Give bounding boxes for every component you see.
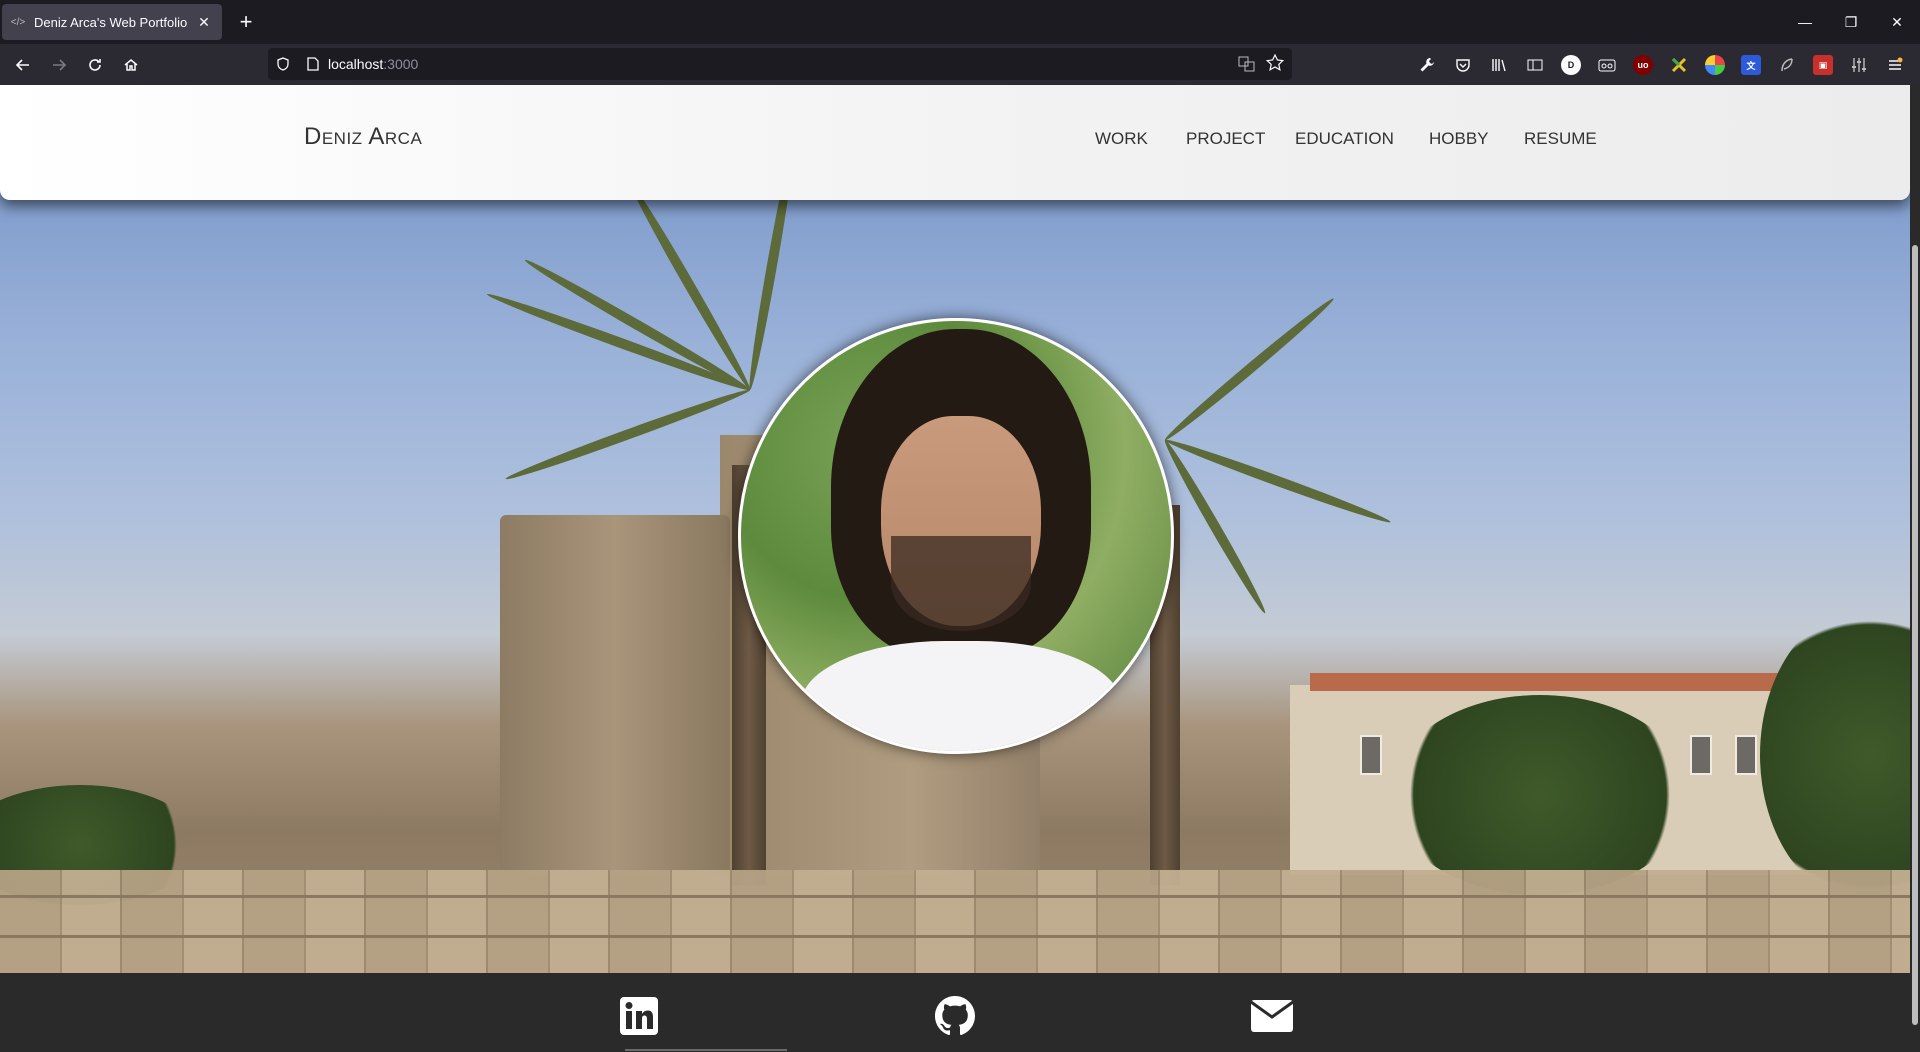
shield-icon[interactable]	[268, 57, 298, 71]
palm-frond	[503, 385, 752, 484]
shirt-shape	[801, 641, 1121, 751]
d-extension-icon[interactable]: D	[1561, 55, 1581, 75]
tree-foliage	[1390, 695, 1690, 895]
new-tab-button[interactable]: +	[234, 10, 258, 34]
url-host: localhost	[328, 56, 384, 72]
site-footer	[0, 973, 1910, 1052]
close-window-icon[interactable]: ✕	[1874, 0, 1920, 44]
wrench-icon[interactable]	[1417, 55, 1437, 75]
bookmark-star-icon[interactable]	[1265, 53, 1285, 75]
feather-icon[interactable]	[1777, 55, 1797, 75]
nav-link-project[interactable]: PROJECT	[1186, 129, 1265, 149]
home-icon[interactable]	[116, 50, 146, 80]
reload-icon[interactable]	[80, 50, 110, 80]
browser-toolbar: localhost:3000 D uo 文 ▣	[0, 44, 1920, 85]
sidebar-icon[interactable]	[1525, 55, 1545, 75]
back-arrow-icon[interactable]	[8, 50, 38, 80]
browser-tab[interactable]: </> Deniz Arca's Web Portfolio ✕	[2, 4, 222, 40]
nav-link-resume[interactable]: RESUME	[1524, 129, 1597, 149]
cross-tool-icon[interactable]	[1669, 55, 1689, 75]
window-decoration	[1735, 735, 1757, 775]
palm-frond	[1161, 294, 1337, 444]
palm-frond	[485, 289, 752, 395]
nav-link-education[interactable]: EDUCATION	[1295, 129, 1394, 149]
forward-arrow-icon[interactable]	[44, 50, 74, 80]
nav-link-work[interactable]: WORK	[1095, 129, 1148, 149]
translate-icon[interactable]	[1238, 55, 1256, 76]
site-header: Deniz Arca WORK PROJECT EDUCATION HOBBY …	[0, 85, 1910, 200]
translate-extension-icon[interactable]: 文	[1741, 55, 1761, 75]
hero-background-image	[0, 85, 1910, 973]
glasses-icon[interactable]	[1597, 55, 1617, 75]
site-brand[interactable]: Deniz Arca	[304, 123, 422, 151]
close-tab-icon[interactable]: ✕	[194, 12, 214, 32]
color-picker-icon[interactable]	[1705, 55, 1725, 75]
browser-tab-bar: </> Deniz Arca's Web Portfolio ✕ + — ❐ ✕	[0, 0, 1920, 44]
address-bar[interactable]: localhost:3000	[268, 48, 1292, 80]
gift-icon[interactable]: ▣	[1813, 55, 1833, 75]
tab-title: Deniz Arca's Web Portfolio	[34, 14, 188, 30]
window-decoration	[1360, 735, 1382, 775]
footer-scroll-indicator	[625, 1049, 787, 1051]
envelope-icon[interactable]	[1251, 995, 1293, 1037]
palm-frond	[1163, 435, 1393, 527]
github-icon[interactable]	[934, 995, 976, 1037]
pocket-icon[interactable]	[1453, 55, 1473, 75]
menu-hamburger-icon[interactable]	[1885, 55, 1905, 75]
beard-shape	[891, 536, 1031, 631]
page-viewport: Deniz Arca WORK PROJECT EDUCATION HOBBY …	[0, 85, 1920, 1052]
page-scrollbar-thumb[interactable]	[1912, 245, 1918, 1025]
profile-photo	[738, 318, 1174, 754]
code-icon: </>	[10, 16, 26, 28]
house-roof	[1310, 673, 1830, 691]
mixer-icon[interactable]	[1849, 55, 1869, 75]
nav-link-hobby[interactable]: HOBBY	[1429, 129, 1489, 149]
wall-line	[0, 935, 1910, 938]
church-tower	[500, 515, 730, 875]
page-icon[interactable]	[298, 57, 328, 71]
ublock-icon[interactable]: uo	[1633, 55, 1653, 75]
wall-line	[0, 895, 1910, 898]
stone-wall	[0, 870, 1910, 973]
window-decoration	[1690, 735, 1712, 775]
library-icon[interactable]	[1489, 55, 1509, 75]
url-port: :3000	[383, 56, 419, 72]
url-text[interactable]: localhost:3000	[328, 56, 418, 72]
restore-window-icon[interactable]: ❐	[1828, 0, 1874, 44]
minimize-window-icon[interactable]: —	[1782, 0, 1828, 44]
linkedin-icon[interactable]	[618, 995, 660, 1037]
